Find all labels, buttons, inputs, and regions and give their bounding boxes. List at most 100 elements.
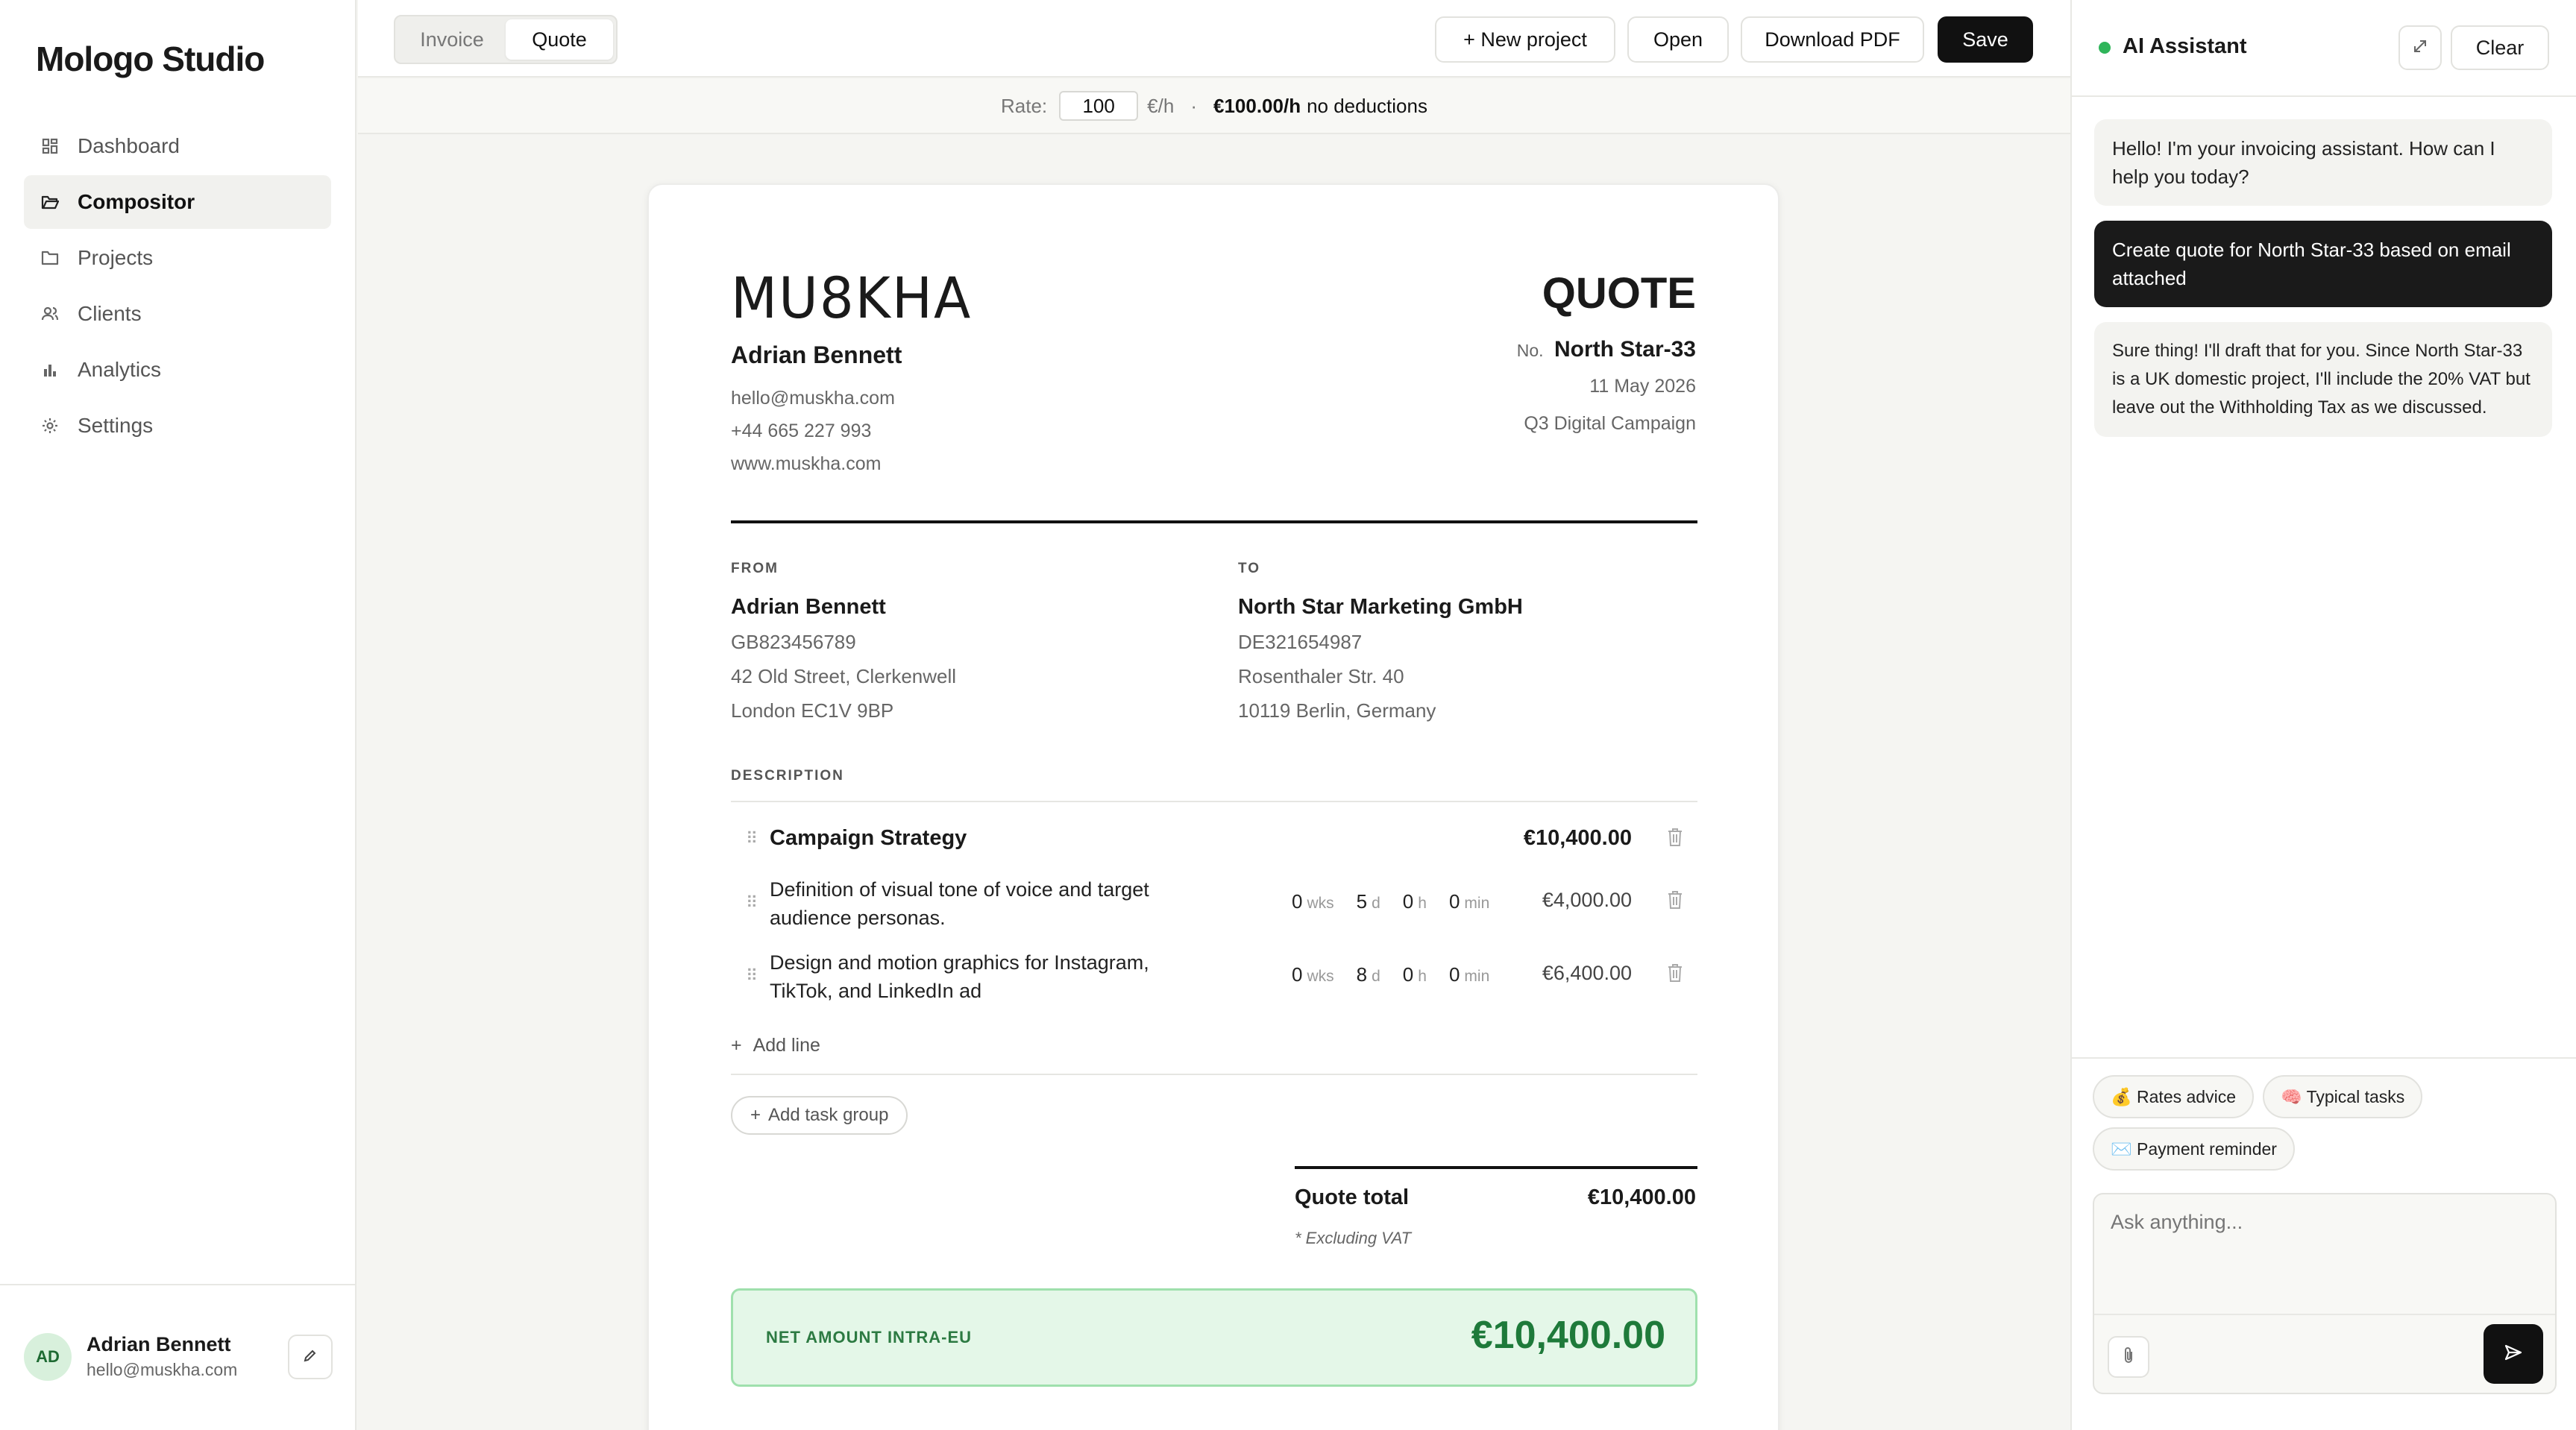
weeks-value[interactable]: 0: [1292, 890, 1302, 913]
add-task-group-button[interactable]: + Add task group: [731, 1096, 908, 1135]
weeks-value[interactable]: 0: [1292, 963, 1302, 986]
sidebar-item-projects[interactable]: Projects: [24, 231, 331, 285]
to-vat: DE321654987: [1238, 631, 1363, 653]
task-group-row: ⠿ Campaign Strategy €10,400.00: [731, 820, 1697, 865]
chip-payment-reminder[interactable]: ✉️ Payment reminder: [2093, 1127, 2295, 1171]
sidebar-item-compositor[interactable]: Compositor: [24, 175, 331, 229]
project-name[interactable]: Q3 Digital Campaign: [1524, 413, 1696, 435]
drag-handle-icon[interactable]: ⠿: [746, 893, 758, 913]
add-line-button[interactable]: + Add line: [731, 1035, 820, 1056]
save-button[interactable]: Save: [1938, 16, 2033, 63]
sidebar-nav: Dashboard Compositor Projects Clients An…: [24, 119, 331, 455]
net-amount-value: €10,400.00: [1471, 1314, 1665, 1357]
send-button[interactable]: [2484, 1324, 2543, 1384]
user-email: hello@muskha.com: [87, 1360, 238, 1379]
line-description[interactable]: Definition of visual tone of voice and t…: [770, 875, 1149, 932]
quote-date[interactable]: 11 May 2026: [1589, 376, 1696, 397]
description-divider: [731, 801, 1697, 802]
tab-invoice[interactable]: Invoice: [398, 19, 506, 60]
days-value[interactable]: 8: [1357, 963, 1367, 986]
drag-handle-icon[interactable]: ⠿: [746, 966, 758, 986]
assistant-panel: AI Assistant Clear Hello! I'm your invoi…: [2070, 0, 2576, 1430]
hours-value[interactable]: 0: [1403, 963, 1413, 986]
send-icon: [2504, 1344, 2523, 1365]
status-dot: [2099, 42, 2111, 54]
trash-icon[interactable]: [1666, 963, 1684, 986]
tab-quote[interactable]: Quote: [506, 19, 613, 60]
hours-value[interactable]: 0: [1403, 890, 1413, 913]
dashboard-icon: [40, 136, 60, 156]
total-amount: €10,400.00: [1587, 1185, 1696, 1209]
minutes-value[interactable]: 0: [1449, 963, 1460, 986]
assistant-message: Sure thing! I'll draft that for you. Sin…: [2094, 322, 2552, 437]
sidebar-item-label: Analytics: [78, 358, 162, 381]
plus-icon: +: [750, 1105, 761, 1125]
header-divider: [731, 520, 1697, 523]
sidebar-item-label: Compositor: [78, 190, 195, 213]
to-street: Rosenthaler Str. 40: [1238, 665, 1404, 687]
app-brand: Mologo Studio: [36, 40, 265, 78]
line-description[interactable]: Design and motion graphics for Instagram…: [770, 948, 1149, 1005]
sidebar-item-label: Settings: [78, 414, 154, 437]
open-button[interactable]: Open: [1627, 16, 1729, 63]
net-amount-label: NET AMOUNT INTRA-EU: [766, 1328, 973, 1346]
lines-divider: [731, 1074, 1697, 1075]
quote-number[interactable]: North Star-33: [1554, 337, 1696, 362]
chip-rates-advice[interactable]: 💰 Rates advice: [2093, 1075, 2254, 1118]
line-duration[interactable]: 0 wks 8 d 0 h 0 min: [1292, 963, 1489, 986]
sidebar-item-analytics[interactable]: Analytics: [24, 343, 331, 397]
chat-input[interactable]: [2094, 1194, 2555, 1314]
to-city: 10119 Berlin, Germany: [1238, 699, 1436, 722]
rate-label: Rate:: [1001, 94, 1048, 117]
quote-document: MU8KHA Adrian Bennett hello@muskha.com +…: [647, 183, 1779, 1430]
bar-chart-icon: [40, 360, 60, 379]
net-amount-box: NET AMOUNT INTRA-EU €10,400.00: [731, 1288, 1697, 1387]
trash-icon[interactable]: [1666, 828, 1684, 851]
to-name: North Star Marketing GmbH: [1238, 595, 1523, 619]
sidebar-item-label: Projects: [78, 246, 154, 269]
line-duration[interactable]: 0 wks 5 d 0 h 0 min: [1292, 890, 1489, 913]
sidebar-item-settings[interactable]: Settings: [24, 399, 331, 453]
rate-input[interactable]: [1059, 91, 1139, 121]
sidebar-item-clients[interactable]: Clients: [24, 287, 331, 341]
sender-name: Adrian Bennett: [731, 341, 902, 368]
attach-button[interactable]: [2108, 1336, 2149, 1378]
sidebar-item-dashboard[interactable]: Dashboard: [24, 119, 331, 173]
expand-icon: [2412, 38, 2428, 58]
clear-button[interactable]: Clear: [2451, 25, 2549, 70]
from-label: FROM: [731, 561, 779, 576]
assistant-message: Hello! I'm your invoicing assistant. How…: [2094, 119, 2552, 206]
rate-unit: €/h: [1147, 94, 1175, 117]
description-label: DESCRIPTION: [731, 768, 844, 784]
line-amount: €6,400.00: [1542, 962, 1632, 984]
rate-separator: ·: [1190, 94, 1197, 117]
sender-email: hello@muskha.com: [731, 388, 895, 409]
total-label: Quote total: [1295, 1185, 1410, 1209]
folder-open-icon: [40, 192, 60, 212]
chat-composer: [2093, 1193, 2557, 1394]
document-title: QUOTE: [1542, 269, 1696, 318]
assistant-title: AI Assistant: [2123, 34, 2247, 58]
pencil-icon: [303, 1348, 318, 1367]
expand-button[interactable]: [2398, 25, 2442, 70]
assistant-header: AI Assistant Clear: [2072, 0, 2576, 97]
rate-summary: €100.00/h: [1213, 94, 1301, 117]
sidebar: Mologo Studio Dashboard Compositor Proje…: [0, 0, 356, 1430]
from-street: 42 Old Street, Clerkenwell: [731, 665, 957, 687]
trash-icon[interactable]: [1666, 890, 1684, 913]
total-divider: [1295, 1166, 1697, 1169]
user-name: Adrian Bennett: [87, 1333, 231, 1355]
task-group-name[interactable]: Campaign Strategy: [770, 826, 967, 851]
days-value[interactable]: 5: [1357, 890, 1367, 913]
line-amount: €4,000.00: [1542, 889, 1632, 911]
edit-profile-button[interactable]: [288, 1335, 333, 1379]
avatar[interactable]: AD: [24, 1333, 72, 1381]
chip-typical-tasks[interactable]: 🧠 Typical tasks: [2263, 1075, 2423, 1118]
plus-icon: +: [731, 1035, 742, 1056]
folder-icon: [40, 248, 60, 268]
minutes-value[interactable]: 0: [1449, 890, 1460, 913]
new-project-button[interactable]: + New project: [1435, 16, 1615, 63]
sidebar-item-label: Clients: [78, 302, 142, 325]
drag-handle-icon[interactable]: ⠿: [746, 829, 758, 848]
download-pdf-button[interactable]: Download PDF: [1741, 16, 1924, 63]
